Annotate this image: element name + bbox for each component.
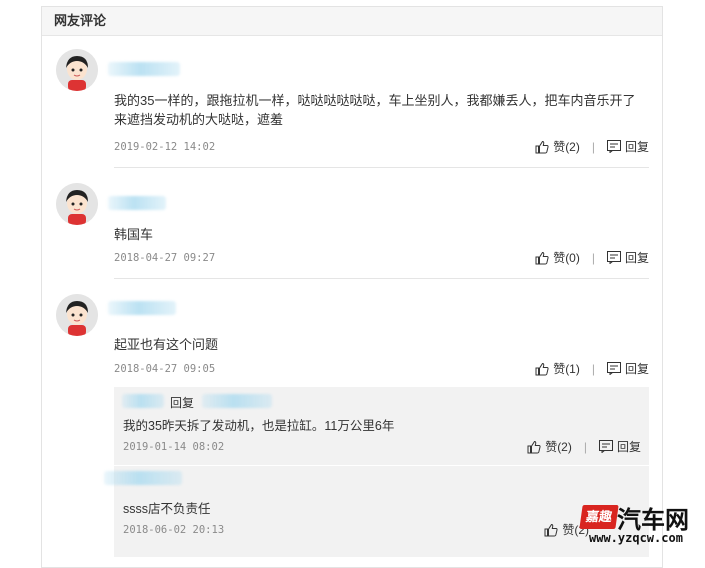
- replies-box: 回复 我的35昨天拆了发动机，也是拉缸。11万公里6年 2019-01-14 0…: [104, 387, 649, 557]
- reply-time: 2019-01-14 08:02: [123, 441, 225, 453]
- reply-text: 我的35昨天拆了发动机，也是拉缸。11万公里6年: [123, 419, 395, 433]
- action-divider: |: [591, 361, 595, 376]
- user-avatar-icon: [56, 294, 98, 336]
- like-button[interactable]: 赞(2): [527, 438, 572, 455]
- avatar[interactable]: [56, 49, 98, 91]
- action-divider: |: [591, 250, 595, 265]
- thumbs-up-icon: [527, 440, 541, 453]
- divider: [114, 167, 649, 168]
- reply-label: 回复: [624, 251, 649, 265]
- site-watermark: 嘉趣 汽车网 www.yzqcw.com: [577, 502, 705, 552]
- username-blurred[interactable]: [108, 62, 180, 76]
- reply-button[interactable]: 回复: [598, 438, 641, 455]
- comment-text-line: 我的35一样的，跟拖拉机一样，哒哒哒哒哒哒，车上坐别人，我都嫌丢人，把车内音乐开…: [114, 93, 636, 108]
- reply-button[interactable]: 回复: [606, 360, 649, 377]
- comment-icon: [606, 140, 621, 153]
- avatar[interactable]: [56, 183, 98, 225]
- comment-icon: [598, 440, 613, 453]
- comment-text-line: 来遮挡发动机的大哒哒，遮羞: [114, 112, 284, 127]
- comment-icon: [606, 362, 621, 375]
- comment-text: 起亚也有这个问题: [114, 337, 219, 352]
- user-avatar-icon: [56, 183, 98, 225]
- reply-button[interactable]: 回复: [606, 138, 649, 155]
- thumbs-up-icon: [544, 523, 558, 536]
- reply-actions: 赞(2) | 回复: [527, 438, 641, 455]
- user-avatar-icon: [56, 49, 98, 91]
- reply-button[interactable]: 回复: [606, 249, 649, 266]
- username-blurred[interactable]: [122, 394, 164, 408]
- reply-label: 回复: [616, 440, 641, 454]
- comment-time: 2019-02-12 14:02: [114, 141, 216, 153]
- comment-time: 2018-04-27 09:05: [114, 363, 216, 375]
- like-label: 赞(2): [545, 440, 572, 454]
- username-blurred[interactable]: [202, 394, 272, 408]
- reply-word: 回复: [170, 396, 195, 410]
- username-blurred[interactable]: [108, 196, 166, 210]
- like-button[interactable]: 赞(0): [535, 249, 580, 266]
- comments-panel: 网友评论 我的35一样的，跟拖拉机一样，哒哒哒哒哒哒，车上坐别人，我都嫌丢人，把…: [41, 6, 663, 568]
- watermark-site-name: 汽车网: [617, 507, 689, 534]
- thumbs-up-icon: [535, 362, 549, 375]
- like-label: 赞(1): [553, 362, 580, 376]
- reply-text: ssss店不负责任: [123, 502, 211, 516]
- comment-text: 我的35一样的，跟拖拉机一样，哒哒哒哒哒哒，车上坐别人，我都嫌丢人，把车内音乐开…: [114, 91, 635, 129]
- avatar[interactable]: [56, 294, 98, 336]
- section-title: 网友评论: [42, 7, 662, 36]
- comment-text: 韩国车: [114, 227, 154, 242]
- action-divider: |: [591, 139, 595, 154]
- username-blurred[interactable]: [104, 471, 182, 485]
- username-blurred[interactable]: [108, 301, 176, 315]
- watermark-url: www.yzqcw.com: [589, 531, 683, 545]
- action-divider: |: [583, 439, 587, 454]
- like-button[interactable]: 赞(1): [535, 360, 580, 377]
- like-label: 赞(0): [553, 251, 580, 265]
- comment-actions: 赞(1) | 回复: [535, 360, 649, 377]
- thumbs-up-icon: [535, 140, 549, 153]
- reply-label: 回复: [624, 362, 649, 376]
- divider: [114, 465, 649, 466]
- reply-label: 回复: [624, 140, 649, 154]
- comment-time: 2018-04-27 09:27: [114, 252, 216, 264]
- divider: [114, 278, 649, 279]
- comment-actions: 赞(0) | 回复: [535, 249, 649, 266]
- watermark-logo: 嘉趣: [579, 505, 619, 529]
- comment-actions: 赞(2) | 回复: [535, 138, 649, 155]
- comment-icon: [606, 251, 621, 264]
- thumbs-up-icon: [535, 251, 549, 264]
- like-button[interactable]: 赞(2): [535, 138, 580, 155]
- like-label: 赞(2): [553, 140, 580, 154]
- reply-time: 2018-06-02 20:13: [123, 524, 225, 536]
